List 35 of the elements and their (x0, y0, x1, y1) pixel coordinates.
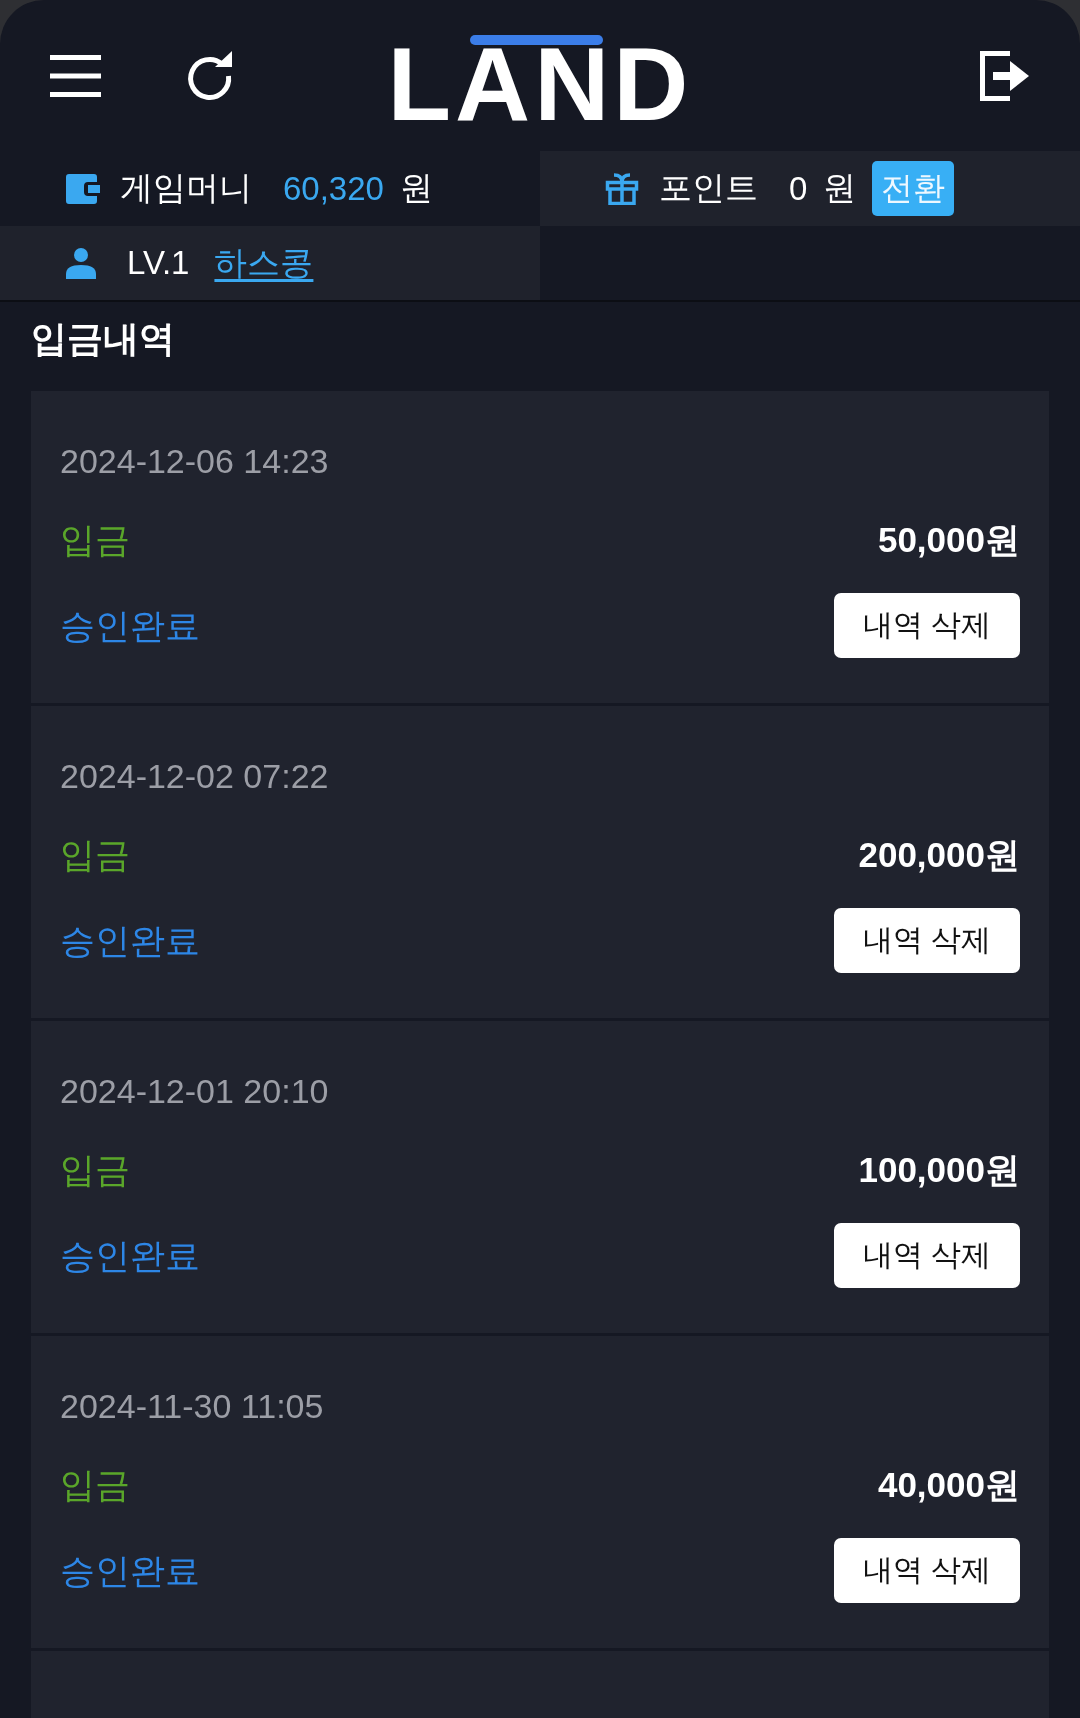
currency-unit: 원 (823, 168, 857, 208)
deposit-amount: 200,000원 (858, 834, 1020, 876)
transaction-type: 입금 (60, 834, 130, 876)
transaction-type: 입금 (60, 1464, 130, 1506)
points-label: 포인트 (659, 168, 758, 208)
record-date: 2024-12-01 20:10 (60, 1071, 329, 1112)
deposit-amount: 100,000원 (858, 1149, 1020, 1191)
menu-icon[interactable] (50, 54, 101, 97)
user-icon (66, 247, 96, 279)
game-money-label: 게임머니 (120, 168, 252, 208)
delete-record-button[interactable]: 내역 삭제 (834, 908, 1020, 973)
record-date: 2024-11-30 11:05 (60, 1386, 324, 1427)
logo[interactable]: LAND (387, 34, 693, 123)
record-date: 2024-12-02 07:22 (60, 756, 329, 797)
user-level: LV.1 (127, 244, 190, 282)
game-money-amount: 60,320 (283, 169, 384, 208)
transaction-type: 입금 (60, 519, 130, 561)
delete-record-button[interactable]: 내역 삭제 (834, 1538, 1020, 1603)
currency-unit: 원 (399, 168, 433, 208)
points-amount: 0 (789, 169, 808, 208)
approval-status: 승인완료 (60, 604, 200, 647)
approval-status: 승인완료 (60, 1234, 200, 1277)
page-title: 입금내역 (31, 317, 176, 361)
approval-status: 승인완료 (60, 919, 200, 962)
transaction-type: 입금 (60, 1149, 130, 1191)
delete-record-button[interactable]: 내역 삭제 (834, 593, 1020, 658)
approval-status: 승인완료 (60, 1549, 200, 1592)
gift-icon (605, 172, 639, 205)
record-date: 2024-12-06 14:23 (60, 441, 329, 482)
delete-record-button[interactable]: 내역 삭제 (834, 1223, 1020, 1288)
deposit-amount: 50,000원 (877, 519, 1020, 561)
deposit-amount: 40,000원 (877, 1464, 1020, 1506)
wallet-icon (66, 173, 100, 204)
nickname-link[interactable]: 하스콩 (214, 240, 314, 286)
logout-icon[interactable] (978, 49, 1030, 102)
